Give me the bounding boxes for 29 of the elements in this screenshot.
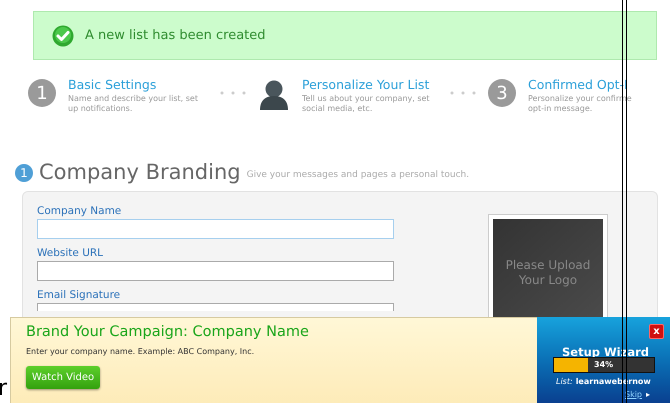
step-title: Basic Settings (68, 79, 158, 92)
input-field[interactable] (37, 302, 394, 312)
list-label: List: (556, 376, 573, 388)
field-label: Website URL (37, 246, 104, 260)
section-number: 1 (15, 164, 33, 182)
section-title: Company Branding (39, 162, 241, 183)
step-number: 1 (28, 79, 56, 107)
section-subtitle: Give your messages and pages a personal touch. (246, 168, 470, 182)
input-field[interactable] (37, 219, 394, 239)
step-description: Tell us about your company, set social media, etc. (302, 94, 430, 114)
dots-separator-icon (220, 91, 246, 95)
notice-text: A new list has been created (85, 26, 266, 45)
progress-reading: 34% (594, 359, 614, 371)
dots-separator-icon (450, 91, 476, 95)
checkmark-icon (52, 24, 74, 46)
step-title: Personalize Your List (302, 79, 430, 92)
banner-hint: Enter your company name. Example: ABC Company, Inc. (26, 346, 256, 358)
banner-title: Brand Your Campaign: Company Name (26, 323, 310, 341)
step-description: Name and describe your list, set up notifications. (68, 94, 198, 114)
input-field[interactable] (37, 260, 394, 281)
user-icon (258, 79, 290, 111)
field-label: Email Signature (37, 288, 122, 302)
field-label: Company Name (37, 204, 122, 218)
step-number: 3 (488, 79, 516, 107)
logo-placeholder-text: Please Upload Your Logo (504, 258, 592, 288)
close-button[interactable]: x (649, 324, 664, 339)
skip-arrow: ▸ (646, 389, 650, 401)
logo-upload-box[interactable]: Please Upload Your Logo (488, 214, 608, 317)
cut-text: r (0, 378, 8, 400)
